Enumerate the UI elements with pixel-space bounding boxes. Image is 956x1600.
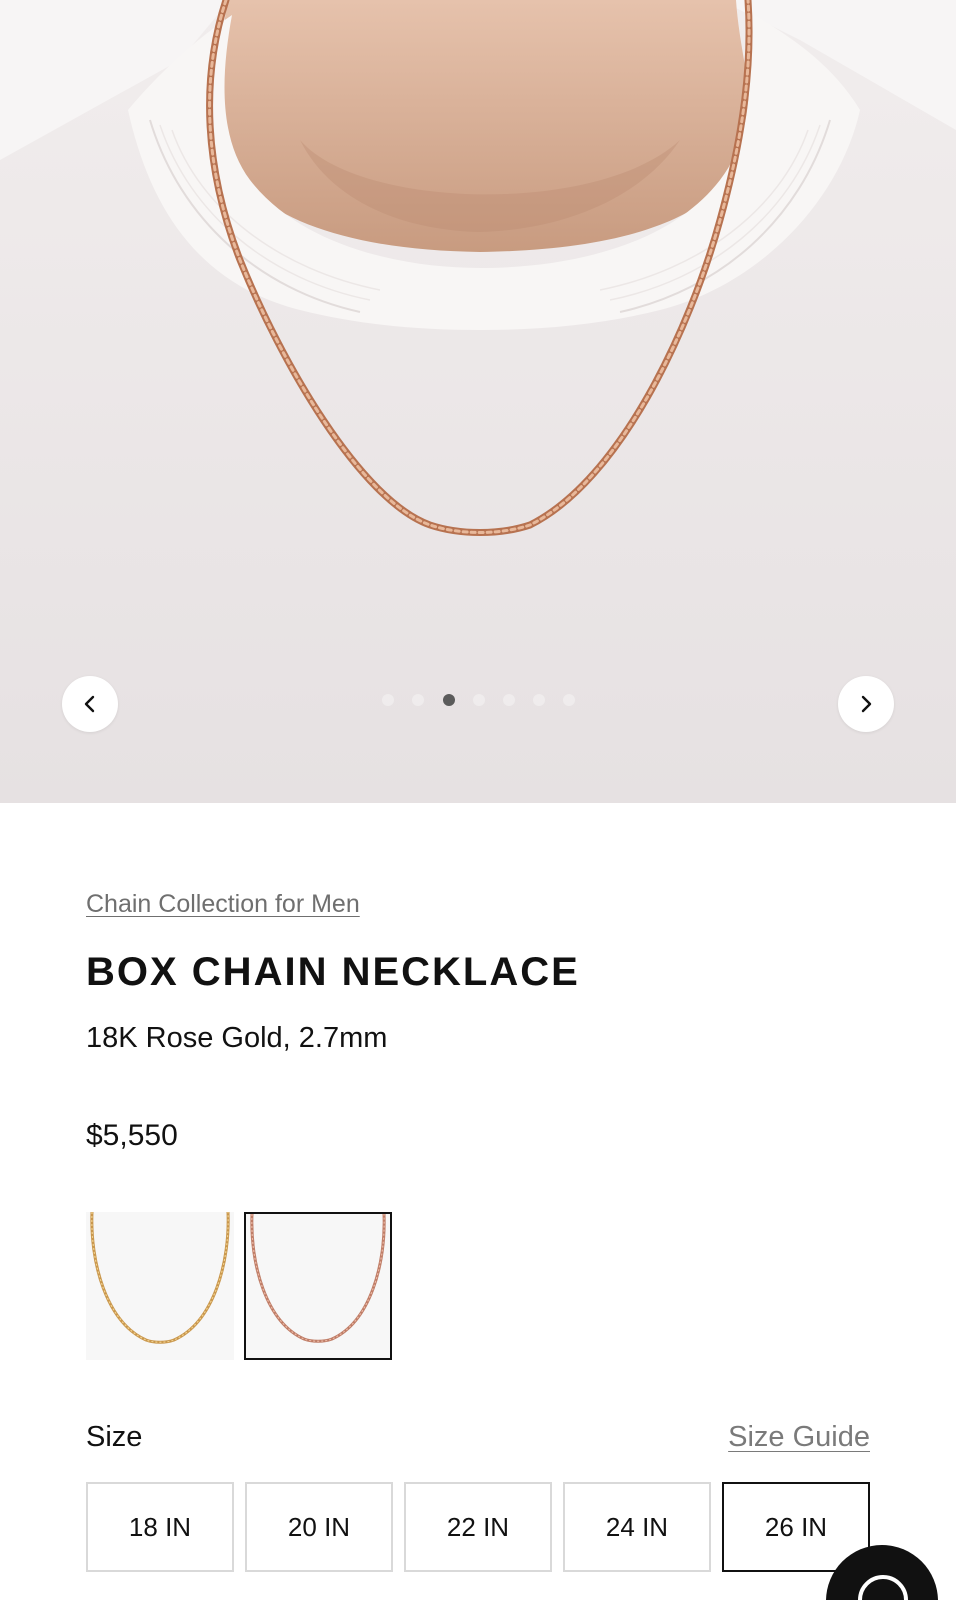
product-image-gallery[interactable] <box>0 0 956 803</box>
size-option-22[interactable]: 22 IN <box>404 1482 552 1572</box>
product-subtitle: 18K Rose Gold, 2.7mm <box>86 1022 388 1054</box>
product-page: Chain Collection for Men BOX CHAIN NECKL… <box>0 0 956 1600</box>
swatch-rose-gold[interactable] <box>244 1212 392 1360</box>
size-option-20[interactable]: 20 IN <box>245 1482 393 1572</box>
carousel-dot[interactable] <box>533 694 545 706</box>
next-image-button[interactable] <box>838 676 894 732</box>
rose-gold-necklace-thumbnail <box>250 1214 386 1343</box>
model-wearing-necklace-image <box>0 0 956 803</box>
chevron-right-icon <box>861 695 872 713</box>
collection-link[interactable]: Chain Collection for Men <box>86 890 360 919</box>
size-label: Size <box>86 1421 143 1453</box>
yellow-gold-necklace-thumbnail <box>90 1212 230 1344</box>
carousel-dot[interactable] <box>563 694 575 706</box>
product-price: $5,550 <box>86 1119 178 1152</box>
size-option-24[interactable]: 24 IN <box>563 1482 711 1572</box>
carousel-dot[interactable] <box>382 694 394 706</box>
size-guide-link[interactable]: Size Guide <box>728 1421 870 1454</box>
carousel-dot[interactable] <box>412 694 424 706</box>
carousel-dot[interactable] <box>473 694 485 706</box>
carousel-pagination-dots <box>0 694 956 708</box>
swatch-yellow-gold[interactable] <box>86 1212 234 1360</box>
carousel-dot-active[interactable] <box>443 694 455 706</box>
carousel-dot[interactable] <box>503 694 515 706</box>
product-title: BOX CHAIN NECKLACE <box>86 950 580 994</box>
size-option-18[interactable]: 18 IN <box>86 1482 234 1572</box>
chat-bubble-icon <box>858 1575 908 1600</box>
